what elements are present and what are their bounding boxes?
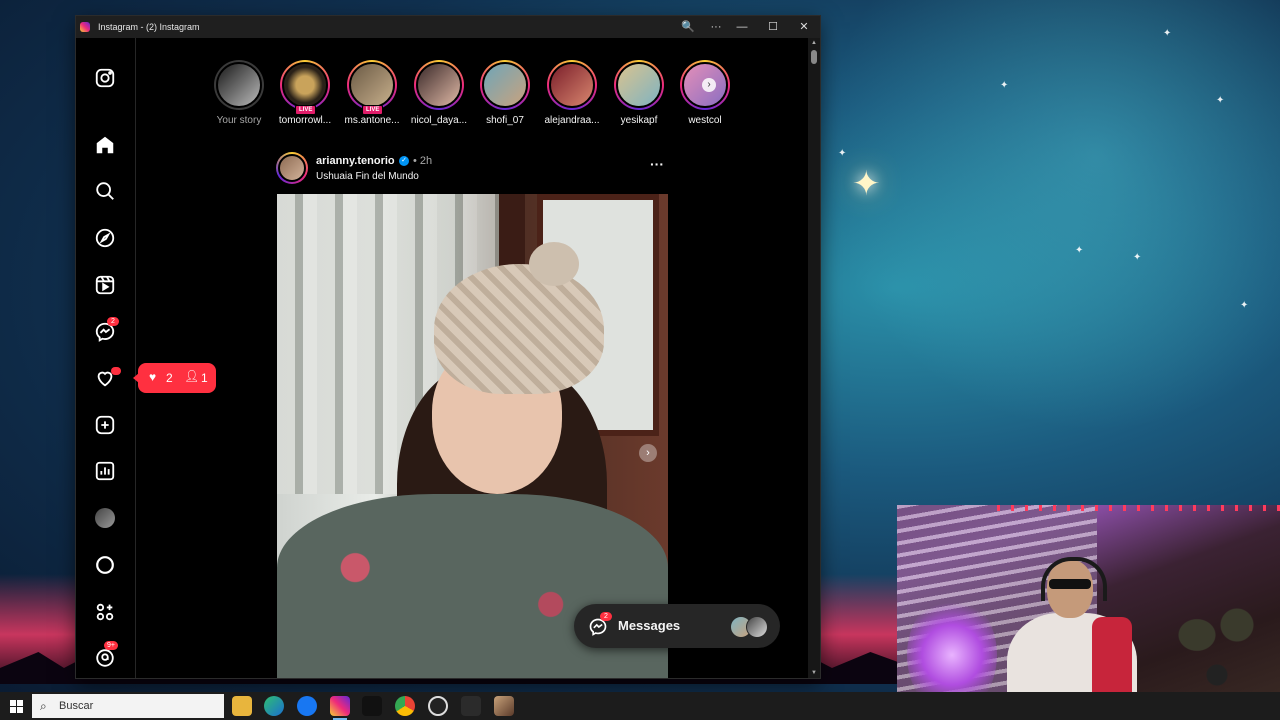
messages-badge: 2 (600, 612, 612, 621)
chevron-right-icon[interactable]: › (702, 78, 716, 92)
instagram-app-icon (80, 22, 90, 32)
scroll-down-icon[interactable]: ▼ (811, 670, 817, 676)
story-label: alejandraa... (544, 115, 600, 126)
explore-icon[interactable] (94, 227, 116, 249)
taskbar: ⌕ Buscar (0, 692, 1280, 720)
story-label: ms.antone... (344, 115, 400, 126)
window-title: Instagram - (2) Instagram (98, 22, 200, 32)
story-item[interactable]: yesikapf (606, 60, 672, 126)
post-username[interactable]: arianny.tenorio (316, 155, 395, 167)
likes-count: 2 (166, 371, 173, 385)
story-item[interactable]: alejandraa... (539, 60, 605, 126)
person-icon: 👤︎ (184, 369, 200, 383)
story-item[interactable]: › westcol (672, 60, 738, 126)
messages-label: Messages (618, 618, 681, 633)
star: ✦ (1163, 28, 1172, 39)
scroll-up-icon[interactable]: ▲ (811, 40, 817, 46)
avatar (746, 616, 768, 638)
app-icon[interactable] (461, 696, 481, 716)
zoom-icon[interactable]: 🔍 (674, 16, 702, 38)
story-label: westcol (688, 115, 722, 126)
more-apps-icon[interactable] (94, 601, 116, 623)
star: ✦ (1000, 80, 1009, 91)
messenger-icon[interactable]: 2 (94, 317, 119, 343)
post-author-avatar[interactable] (276, 152, 308, 184)
story-item[interactable]: LIVE tomorrowl... (272, 60, 338, 126)
minimize-button[interactable]: — (728, 16, 756, 38)
story-ring (480, 60, 530, 110)
story-item[interactable]: nicol_daya... (406, 60, 472, 126)
threads-badge: 9+ (104, 641, 118, 650)
messages-button[interactable]: 2 Messages (574, 604, 780, 648)
notification-dot (111, 367, 121, 375)
instagram-taskbar-icon[interactable] (330, 696, 350, 720)
threads-icon[interactable] (94, 554, 116, 576)
story-label: yesikapf (620, 115, 658, 126)
obs-icon[interactable] (428, 696, 448, 716)
carousel-next-icon[interactable]: › (639, 444, 657, 462)
create-icon[interactable] (94, 414, 116, 436)
story-label: Your story (216, 115, 262, 126)
reels-icon[interactable] (94, 274, 116, 296)
titlebar: Instagram - (2) Instagram 🔍 ··· — ☐ ✕ (76, 16, 820, 38)
verified-badge-icon: ✓ (399, 156, 409, 166)
story-label: nicol_daya... (410, 115, 468, 126)
scrollbar-thumb[interactable] (811, 50, 817, 64)
star: ✦ (1240, 300, 1249, 311)
bright-star: ✦ (852, 165, 881, 203)
chrome-icon[interactable] (395, 696, 415, 716)
threads-app-icon[interactable]: 9+ (94, 641, 118, 669)
star: ✦ (1075, 245, 1084, 256)
dashboard-icon[interactable] (94, 460, 116, 482)
sidebar: 2 9+ (76, 38, 136, 678)
desktop-glow (820, 0, 1280, 520)
story-ring: LIVE (347, 60, 397, 115)
search-icon[interactable] (94, 180, 116, 202)
profile-avatar[interactable] (94, 507, 116, 529)
story-item[interactable]: shofi_07 (472, 60, 538, 126)
file-explorer-icon[interactable] (232, 696, 252, 716)
instagram-logo-icon[interactable] (94, 67, 116, 89)
post-header: arianny.tenorio ✓ • 2h Ushuaia Fin del M… (276, 152, 668, 188)
heart-icon: ♥ (149, 370, 157, 384)
post-more-options-button[interactable]: ··· (650, 156, 664, 172)
post-location[interactable]: Ushuaia Fin del Mundo (316, 171, 419, 182)
windows-start-icon[interactable] (0, 692, 32, 720)
star: ✦ (838, 148, 847, 159)
story-ring: LIVE (280, 60, 330, 115)
instagram-window: Instagram - (2) Instagram 🔍 ··· — ☐ ✕ 2 (76, 16, 820, 678)
maximize-button[interactable]: ☐ (759, 16, 787, 38)
story-ring (414, 60, 464, 110)
story-label: tomorrowl... (278, 115, 332, 126)
close-button[interactable]: ✕ (790, 16, 818, 38)
activity-notification-pill[interactable]: ♥ 2 👤︎ 1 (133, 363, 216, 393)
messages-badge: 2 (107, 317, 119, 326)
story-your-story[interactable]: Your story (206, 60, 272, 126)
notifications-heart-icon[interactable] (94, 367, 121, 389)
search-icon: ⌕ (40, 699, 47, 713)
search-placeholder: Buscar (59, 700, 94, 712)
star: ✦ (1216, 95, 1225, 106)
facebook-icon[interactable] (297, 696, 317, 716)
live-badge: LIVE (362, 105, 384, 115)
live-badge: LIVE (295, 105, 317, 115)
story-item[interactable]: LIVE ms.antone... (339, 60, 405, 126)
photo-app-icon[interactable] (494, 696, 514, 716)
taskbar-search[interactable]: ⌕ Buscar (32, 694, 224, 718)
story-ring (214, 60, 264, 110)
story-label: shofi_07 (486, 115, 524, 126)
webcam-overlay (897, 505, 1280, 720)
post-time: • 2h (413, 155, 433, 167)
more-options-button[interactable]: ··· (702, 16, 730, 38)
edge-browser-icon[interactable] (264, 696, 284, 716)
star: ✦ (1133, 252, 1142, 263)
tiktok-icon[interactable] (362, 696, 382, 716)
scrollbar[interactable]: ▲ ▼ (808, 38, 820, 678)
follows-count: 1 (201, 371, 208, 385)
story-ring (547, 60, 597, 110)
story-ring: › (680, 60, 730, 110)
home-icon[interactable] (94, 134, 116, 156)
story-ring (614, 60, 664, 110)
